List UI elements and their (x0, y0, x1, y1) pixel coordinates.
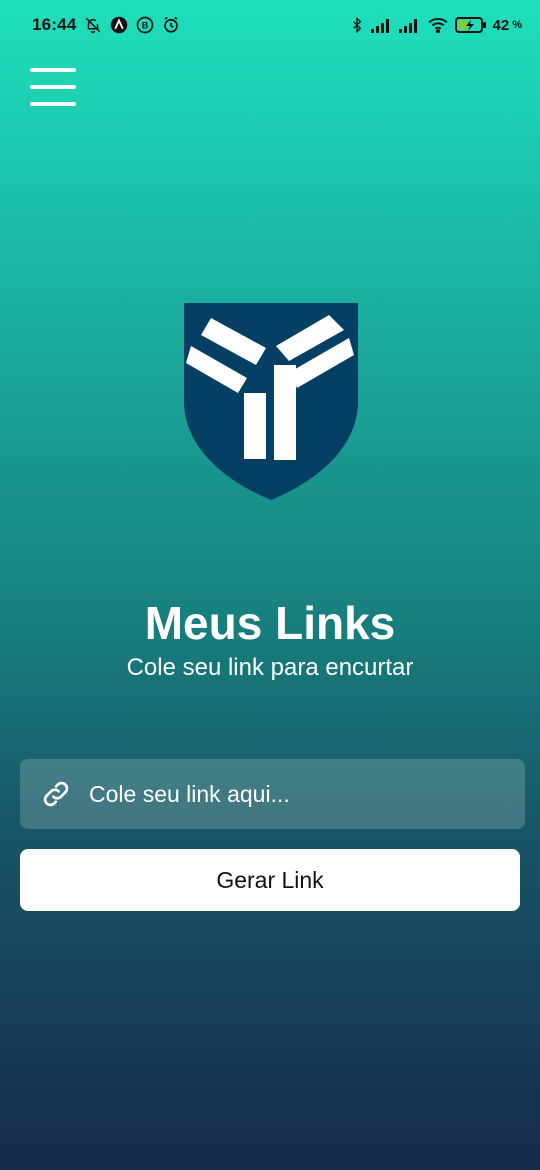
svg-text:B: B (142, 20, 149, 30)
status-bar: 16:44 B 42 % (0, 0, 540, 50)
status-right: 42 % (349, 16, 522, 34)
link-input-container[interactable] (20, 759, 525, 829)
status-left: 16:44 B (32, 15, 180, 35)
hamburger-menu-icon[interactable] (30, 68, 80, 106)
shield-logo-icon (184, 303, 358, 500)
menu-line (30, 68, 76, 72)
a-badge-icon (110, 16, 128, 34)
battery-level: 42 (492, 16, 510, 34)
status-time: 16:44 (32, 15, 77, 34)
page-subtitle: Cole seu link para encurtar (126, 654, 414, 681)
battery-unit: % (512, 19, 522, 31)
signal-icon (370, 17, 393, 33)
bell-off-icon (84, 16, 102, 34)
link-icon (40, 778, 72, 810)
wifi-icon (427, 17, 449, 33)
b-badge-icon: B (136, 16, 154, 34)
signal-icon (398, 17, 421, 33)
menu-line (30, 85, 76, 89)
bluetooth-icon (349, 16, 365, 34)
page-title: Meus Links (144, 597, 396, 649)
generate-link-button[interactable]: Gerar Link (20, 849, 520, 911)
alarm-icon (162, 16, 180, 34)
battery-charging-icon (454, 16, 487, 34)
menu-line (30, 102, 76, 106)
link-input[interactable] (89, 780, 509, 808)
